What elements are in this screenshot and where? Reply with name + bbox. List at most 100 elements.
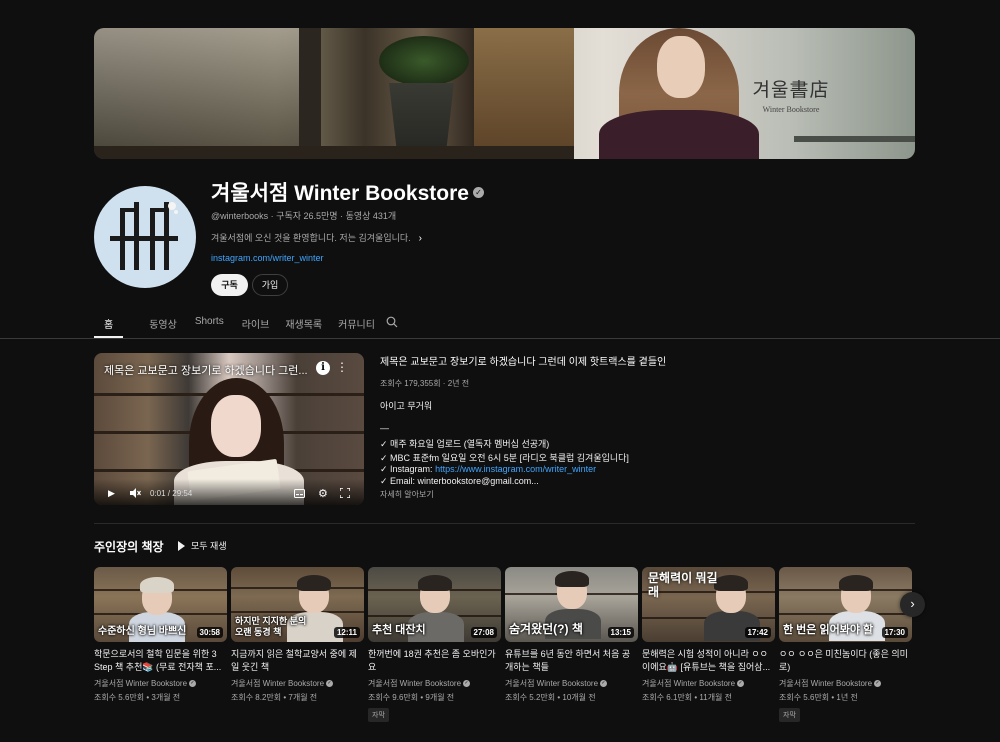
verified-icon: ✓ [874,680,882,688]
video-channel[interactable]: 겨울서점 Winter Bookstore ✓ [505,678,638,689]
settings-gear-icon[interactable]: ⚙ [318,487,328,500]
player-time: 0:01 / 29:54 [150,489,193,498]
video-channel[interactable]: 겨울서점 Winter Bookstore ✓ [231,678,364,689]
fullscreen-icon[interactable] [340,488,350,498]
video-title[interactable]: 한꺼번에 18권 추천은 좀 오바인가요 [368,648,501,674]
video-card[interactable]: 하지만 지지한 분의 오랜 동경 책 12:11 지금까지 읽은 철학교양서 중… [231,567,364,703]
video-duration: 12:11 [333,627,360,638]
video-channel-name: 겨울서점 Winter Bookstore [505,679,599,688]
channel-name: 겨울서점 Winter Bookstore ✓ [211,177,484,207]
tab-playlists[interactable]: 재생목록 [285,312,322,338]
video-title[interactable]: 학문으로서의 철학 입문을 위한 3 Step 책 추천📚 (무료 전자책 포.… [94,648,227,674]
featured-desc-instagram-label: ✓ Instagram: [380,464,436,474]
channel-description[interactable]: 겨울서점에 오신 것을 환영합니다. 저는 김겨울입니다. › [211,231,422,244]
verified-icon: ✓ [326,680,334,688]
verified-icon: ✓ [189,680,197,688]
subtitles-badge: 자막 [368,708,389,722]
play-all-button[interactable]: 모두 재생 [178,539,227,552]
video-channel[interactable]: 겨울서점 Winter Bookstore ✓ [368,678,501,689]
featured-desc-line: ✓ 매주 화요일 업로드 (열독자 멤버십 선공개) [380,439,550,449]
subscribe-button[interactable]: 구독 [211,274,248,296]
featured-video-player[interactable]: 제목은 교보문고 장보기로 하겠습니다 그런... i ⋮ ▶ 0:01 / 2… [94,353,364,505]
banner-logo-korean: 겨울書店 [752,79,830,101]
video-meta: 조회수 5.2만회 • 10개월 전 [505,693,596,702]
tab-home[interactable]: 홈 [93,312,124,338]
featured-desc-line: ✓ MBC 표준fm 일요일 오전 6시 5분 [라디오 북클럽 김겨울입니다] [380,453,629,463]
section-title[interactable]: 주인장의 책장 [94,538,164,555]
featured-desc-line: ✓ Instagram: https://www.instagram.com/w… [380,464,596,475]
banner-window-frame [299,28,321,159]
channel-avatar[interactable] [94,186,196,288]
tab-live[interactable]: 라이브 [242,312,270,338]
featured-desc-line: 아이고 무거워 [380,401,433,411]
tab-community[interactable]: 커뮤니티 [338,312,375,338]
join-button[interactable]: 가입 [252,274,288,296]
video-meta: 조회수 5.6만회 • 1년 전 [779,693,858,702]
banner-logo: 겨울書店 Winter Bookstore [746,75,836,114]
tab-shorts[interactable]: Shorts [195,312,224,338]
video-thumbnail[interactable]: 하지만 지지한 분의 오랜 동경 책 12:11 [231,567,364,642]
banner-table [94,146,574,159]
video-title[interactable]: ㅇㅇ ㅇㅇ은 미친놈이다 (좋은 의미로) [779,648,912,674]
play-all-label: 모두 재생 [191,541,227,551]
verified-icon: ✓ [463,680,471,688]
thumbnail-caption: 숨겨왔던(?) 책 [509,622,583,636]
search-icon[interactable] [386,316,398,328]
channel-link[interactable]: instagram.com/writer_winter [211,253,324,263]
video-duration: 17:30 [881,627,908,638]
video-channel[interactable]: 겨울서점 Winter Bookstore ✓ [779,678,912,689]
video-duration: 27:08 [470,627,497,638]
video-thumbnail[interactable]: 문해력이 뭐길래 17:42 [642,567,775,642]
video-card[interactable]: 수준하신 형님 바쁘신 30:58 학문으로서의 철학 입문을 위한 3 Ste… [94,567,227,703]
channel-description-text: 겨울서점에 오신 것을 환영합니다. 저는 김겨울입니다. [211,233,411,243]
video-thumbnail[interactable]: 추천 대잔치 27:08 [368,567,501,642]
video-channel-name: 겨울서점 Winter Bookstore [642,679,736,688]
tab-videos[interactable]: 동영상 [149,312,177,338]
featured-title[interactable]: 제목은 교보문고 장보기로 하겠습니다 그런데 이제 핫트랙스를 곁들인 [380,353,666,368]
thumbnail-caption: 문해력이 뭐길래 [648,571,718,599]
video-thumbnail[interactable]: 수준하신 형님 바쁘신 30:58 [94,567,227,642]
video-card[interactable]: 숨겨왔던(?) 책 13:15 유튜브를 6년 동안 하면서 처음 공개하는 책… [505,567,638,703]
read-more-link[interactable]: 자세히 알아보기 [380,489,434,500]
video-card[interactable]: 문해력이 뭐길래 17:42 문해력은 시험 성적이 아니라 ㅇㅇ이에요🤖 [유… [642,567,775,703]
video-thumbnail[interactable]: 한 번은 읽어봐야 할 17:30 [779,567,912,642]
verified-icon: ✓ [737,680,745,688]
tabs-divider [0,338,1000,339]
play-icon [178,540,185,551]
chevron-right-icon: › [418,233,423,244]
thumbnail-caption: 한 번은 읽어봐야 할 [783,624,874,636]
featured-meta: 조회수 179,355회 · 2년 전 [380,379,470,388]
thumbnail-caption: 수준하신 형님 바쁘신 [98,626,187,637]
video-thumbnail[interactable]: 숨겨왔던(?) 책 13:15 [505,567,638,642]
video-title[interactable]: 유튜브를 6년 동안 하면서 처음 공개하는 책들 [505,648,638,674]
video-meta: 조회수 8.2만회 • 7개월 전 [231,693,318,702]
video-channel-name: 겨울서점 Winter Bookstore [231,679,325,688]
featured-overlay-title: 제목은 교보문고 장보기로 하겠습니다 그런... [104,365,308,377]
banner-logo-english: Winter Bookstore [762,105,820,114]
banner-door [474,28,574,159]
more-vert-icon[interactable]: ⋮ [336,360,348,374]
video-channel[interactable]: 겨울서점 Winter Bookstore ✓ [94,678,227,689]
featured-instagram-link[interactable]: https://www.instagram.com/writer_winter [435,464,596,474]
video-channel[interactable]: 겨울서점 Winter Bookstore ✓ [642,678,775,689]
video-duration: 13:15 [607,627,634,638]
verified-icon: ✓ [600,680,608,688]
video-card[interactable]: 추천 대잔치 27:08 한꺼번에 18권 추천은 좀 오바인가요 겨울서점 W… [368,567,501,722]
channel-meta: @winterbooks · 구독자 26.5만명 · 동영상 431개 [211,211,397,221]
captions-icon[interactable] [294,489,305,498]
section-divider [94,523,915,524]
chevron-right-icon[interactable]: › [900,592,925,617]
banner-person [599,28,759,159]
thumbnail-caption: 추천 대잔치 [372,624,426,636]
banner-window [94,28,304,159]
mute-icon[interactable] [130,488,141,498]
video-title[interactable]: 문해력은 시험 성적이 아니라 ㅇㅇ이에요🤖 [유튜브는 책을 집어삼... [642,648,775,674]
video-card[interactable]: 한 번은 읽어봐야 할 17:30 ㅇㅇ ㅇㅇ은 미친놈이다 (좋은 의미로) … [779,567,912,722]
video-title[interactable]: 지금까지 읽은 철학교양서 중에 제일 웃긴 책 [231,648,364,674]
video-duration: 30:58 [196,627,223,638]
channel-name-text: 겨울서점 Winter Bookstore [211,182,469,205]
play-icon[interactable]: ▶ [108,488,115,499]
info-icon[interactable]: i [316,361,330,375]
banner-rail [794,136,915,142]
thumbnail-caption: 하지만 지지한 분의 오랜 동경 책 [235,616,307,637]
